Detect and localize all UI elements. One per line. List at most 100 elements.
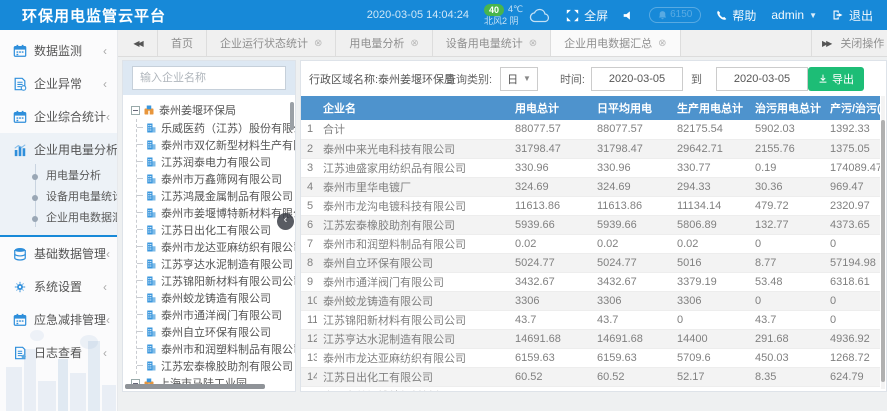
table-row[interactable]: 7泰州市和润塑料制品有限公司0.020.020.0200 (301, 234, 880, 253)
table-row[interactable]: 10泰州蛟龙铸造有限公司33063306330600 (301, 291, 880, 310)
fullscreen-button[interactable]: 全屏 (566, 7, 608, 24)
tree-item-label: 乐威医药（江苏）股份有限公司 (161, 120, 295, 136)
mute-speaker-button[interactable] (623, 10, 634, 21)
tab-label: 企业运行状态统计 (220, 35, 308, 51)
tree-horizontal-scrollbar[interactable] (125, 384, 265, 389)
tree-root-node[interactable]: 泰州姜堰环保局 (131, 101, 293, 119)
row-number: 9 (301, 272, 317, 291)
logout-button[interactable]: 退出 (832, 7, 873, 24)
tree-item-company[interactable]: 泰州市姜堰博特新材料有限公司 (137, 204, 293, 221)
value-cell: 450.03 (749, 348, 824, 367)
sidebar-submenu: 用电量分析设备用电量统计企业用电数据汇总 (0, 166, 117, 235)
table-row[interactable]: 11江苏锦阳新材料有限公司公司43.743.7043.70 (301, 310, 880, 329)
table-row[interactable]: 4泰州市里华电镀厂324.69324.69294.3330.36969.47 (301, 177, 880, 196)
sidebar-item[interactable]: 数据监测‹ (0, 34, 117, 67)
value-cell: 6159.63 (591, 348, 671, 367)
tab-actions[interactable]: ▶▶ 关闭操作 (811, 30, 887, 56)
tree-item-company[interactable]: 泰州市通洋阀门有限公司 (137, 306, 293, 323)
sidebar-item[interactable]: 企业综合统计‹ (0, 100, 117, 133)
table-scrollbar-thumb[interactable] (881, 120, 885, 382)
tab-item[interactable]: 设备用电量统计⊗ (433, 30, 551, 56)
sidebar-item[interactable]: 企业异常‹ (0, 67, 117, 100)
table-row[interactable]: 9泰州市通洋阀门有限公司3432.673432.673379.1953.4863… (301, 272, 880, 291)
tree-item-company[interactable]: 泰州市万鑫筛网有限公司 (137, 170, 293, 187)
date-to-input[interactable] (716, 67, 808, 91)
value-cell: 969.47 (824, 177, 880, 196)
tree-item-company[interactable]: 江苏宏泰橡胶助剂有限公司 (137, 357, 293, 374)
tree-item-company[interactable]: 江苏鸿晟金属制品有限公司 (137, 187, 293, 204)
help-button[interactable]: 帮助 (716, 7, 756, 24)
table-row[interactable]: 15泰州市姜堰博特新材料有限公司830.04830.04739.4543.664… (301, 386, 880, 392)
electricity-data-table: 企业名用电总计日平均用电生产用电总计治污用电总计产污/治污(用 1合计88077… (301, 96, 880, 392)
tab-active[interactable]: 企业用电数据汇总 ⊗ (551, 30, 680, 56)
tree-item-company[interactable]: 泰州市龙达亚麻纺织有限公司 (137, 238, 293, 255)
value-cell: 60.52 (509, 367, 591, 386)
table-row[interactable]: 14江苏日出化工有限公司60.5260.5252.178.35624.79 (301, 367, 880, 386)
bullet-icon (32, 216, 38, 222)
tree-item-company[interactable]: 江苏亨达水泥制造有限公司 (137, 255, 293, 272)
company-name-cell: 泰州市通洋阀门有限公司 (317, 272, 509, 291)
tree-item-company[interactable]: 泰州市和润塑料制品有限公司 (137, 340, 293, 357)
enterprise-search-input[interactable] (132, 66, 286, 90)
sidebar-item[interactable]: 基础数据管理‹ (0, 237, 117, 270)
tab-close-icon[interactable]: ⊗ (410, 38, 418, 49)
tab-label: 企业用电数据汇总 (564, 35, 652, 51)
tree-item-label: 泰州市龙达亚麻纺织有限公司 (161, 239, 295, 255)
tree-item-company[interactable]: 江苏锦阳新材料有限公司公司 (137, 272, 293, 289)
table-row[interactable]: 6江苏宏泰橡胶助剂有限公司5939.665939.665806.89132.77… (301, 215, 880, 234)
sidebar-subitem[interactable]: 设备用电量统计 (0, 187, 117, 208)
user-menu[interactable]: admin ▼ (771, 8, 817, 22)
tabs-scroll-left-button[interactable]: ◀◀ (118, 30, 158, 56)
table-row[interactable]: 8泰州自立环保有限公司5024.775024.7750168.7757194.9… (301, 253, 880, 272)
tab-item[interactable]: 企业运行状态统计 ⊗ (207, 30, 336, 56)
tab-item[interactable]: 首页 (158, 30, 207, 56)
sidebar-item[interactable]: 应急减排管理‹ (0, 303, 117, 336)
tree-expander-icon[interactable] (131, 106, 140, 115)
temperature-label: 4℃ (508, 4, 523, 15)
table-row[interactable]: 3江苏迪盛家用纺织品有限公司330.96330.96330.770.191740… (301, 158, 880, 177)
query-category-select[interactable]: 日 ▼ (500, 67, 538, 91)
company-name-cell: 泰州市和润塑料制品有限公司 (317, 234, 509, 253)
alarm-count-badge[interactable]: 6150 (649, 7, 701, 23)
table-row[interactable]: 2泰州中来光电科技有限公司31798.4731798.4729642.71215… (301, 139, 880, 158)
tree-item-company[interactable]: 泰州蛟龙铸造有限公司 (137, 289, 293, 306)
tree-item-company[interactable]: 泰州自立环保有限公司 (137, 323, 293, 340)
tree-item-company[interactable]: 乐威医药（江苏）股份有限公司 (137, 119, 293, 136)
bureau-icon (143, 104, 155, 116)
calendar-icon (13, 44, 27, 58)
value-cell: 2320.97 (824, 196, 880, 215)
value-cell: 6159.63 (509, 348, 591, 367)
sidebar-item[interactable]: 日志查看‹ (0, 336, 117, 369)
tree-collapse-button[interactable]: ‹ (277, 213, 294, 230)
tree-item-company[interactable]: 泰州市双亿新型材料生产有限公司 (137, 136, 293, 153)
tree-vertical-scrollbar[interactable] (290, 102, 294, 130)
value-cell: 30.36 (749, 177, 824, 196)
sidebar-item[interactable]: 系统设置‹ (0, 270, 117, 303)
company-name-cell: 泰州中来光电科技有限公司 (317, 139, 509, 158)
value-cell: 3432.67 (591, 272, 671, 291)
value-cell: 5016 (671, 253, 749, 272)
tab-item[interactable]: 用电量分析⊗ (336, 30, 432, 56)
table-row[interactable]: 12江苏亨达水泥制造有限公司14691.6814691.6814400291.6… (301, 329, 880, 348)
sidebar-subitem[interactable]: 用电量分析 (0, 166, 117, 187)
value-cell: 294.33 (671, 177, 749, 196)
date-from-input[interactable] (591, 67, 683, 91)
sidebar-subitem[interactable]: 企业用电数据汇总 (0, 208, 117, 229)
sidebar-item[interactable]: 企业用电量分析∨ (0, 133, 117, 166)
bullet-icon (32, 195, 38, 201)
value-cell: 830.04 (509, 386, 591, 392)
header-datetime: 2020-03-05 14:04:24 (367, 9, 469, 21)
enterprise-tree: 泰州姜堰环保局乐威医药（江苏）股份有限公司泰州市双亿新型材料生产有限公司江苏润泰… (123, 95, 295, 391)
table-row[interactable]: 13泰州市龙达亚麻纺织有限公司6159.636159.635709.6450.0… (301, 348, 880, 367)
gear-icon (13, 280, 27, 294)
close-operations-menu[interactable]: 关闭操作 (840, 35, 884, 51)
tab-close-icon[interactable]: ⊗ (314, 38, 322, 49)
table-row[interactable]: 5泰州市龙沟电镀科技有限公司11613.8611613.8611134.1447… (301, 196, 880, 215)
table-row[interactable]: 1合计88077.5788077.5782175.545902.031392.3… (301, 120, 880, 139)
tree-item-company[interactable]: 江苏日出化工有限公司 (137, 221, 293, 238)
tab-close-icon[interactable]: ⊗ (658, 38, 666, 49)
tree-item-company[interactable]: 江苏润泰电力有限公司 (137, 153, 293, 170)
export-button[interactable]: 导出 (808, 67, 864, 91)
value-cell: 8.35 (749, 367, 824, 386)
tab-close-icon[interactable]: ⊗ (529, 38, 537, 49)
